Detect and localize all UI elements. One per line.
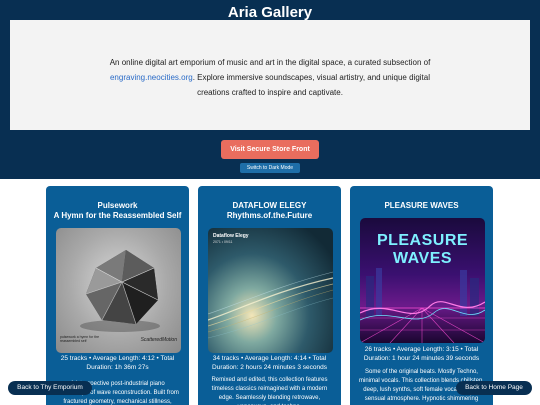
album-card-pleasure-waves[interactable]: PLEASURE WAVES PLEASURE WAVES 26 tracks … (350, 186, 493, 405)
cover-caption-title: Dataflow Elegy (213, 233, 249, 239)
album-cover-pleasure-waves[interactable]: PLEASURE WAVES (360, 218, 485, 343)
page-title: Aria Gallery (227, 4, 313, 21)
intro-text: An online digital art emporium of music … (109, 58, 431, 97)
album-card-dataflow-elegy[interactable]: DATAFLOW ELEGY Rhythms.of.the.Future Dat… (198, 186, 341, 405)
back-to-home-button[interactable]: Back to Home Page (456, 381, 532, 395)
album-stats: 25 tracks • Average Length: 4:12 • Total… (60, 355, 175, 371)
light-streams-art-icon (208, 271, 333, 339)
visit-store-button[interactable]: Visit Secure Store Front (221, 140, 319, 159)
album-stats: 34 tracks • Average Length: 4:14 • Total… (212, 355, 327, 371)
back-to-emporium-button[interactable]: Back to Thy Emporium (8, 381, 92, 395)
album-title: PLEASURE WAVES (384, 201, 459, 210)
neocities-link[interactable]: engraving.neocities.org (110, 73, 193, 82)
cover-caption-sub: 2071 • 09/11 (213, 240, 233, 244)
album-card-pulsework[interactable]: Pulsework A Hymn for the Reassembled Sel… (46, 186, 189, 405)
site-header: Aria Gallery An online digital art empor… (0, 0, 540, 179)
dark-mode-button[interactable]: Switch to Dark Mode (240, 163, 300, 173)
album-cover-pulsework[interactable]: pulsework a hymn for the reassembled sel… (56, 228, 181, 353)
album-title: Pulsework A Hymn for the Reassembled Sel… (53, 201, 182, 220)
cover-word-waves: WAVES (392, 250, 453, 267)
cover-word-pleasure: PLEASURE (376, 232, 469, 249)
intro-panel: An online digital art emporium of music … (10, 20, 530, 130)
cover-caption-left: pulsework a hymn for the reassembled sel… (60, 335, 100, 343)
album-title: DATAFLOW ELEGY Rhythms.of.the.Future (226, 201, 313, 220)
album-cover-dataflow-elegy[interactable]: Dataflow Elegy 2071 • 09/11 (208, 228, 333, 353)
album-stats: 26 tracks • Average Length: 3:15 • Total… (363, 346, 480, 362)
cover-caption-right: ScatteredMotion (140, 337, 177, 343)
album-description: Remixed and edited, this collection feat… (211, 377, 328, 405)
